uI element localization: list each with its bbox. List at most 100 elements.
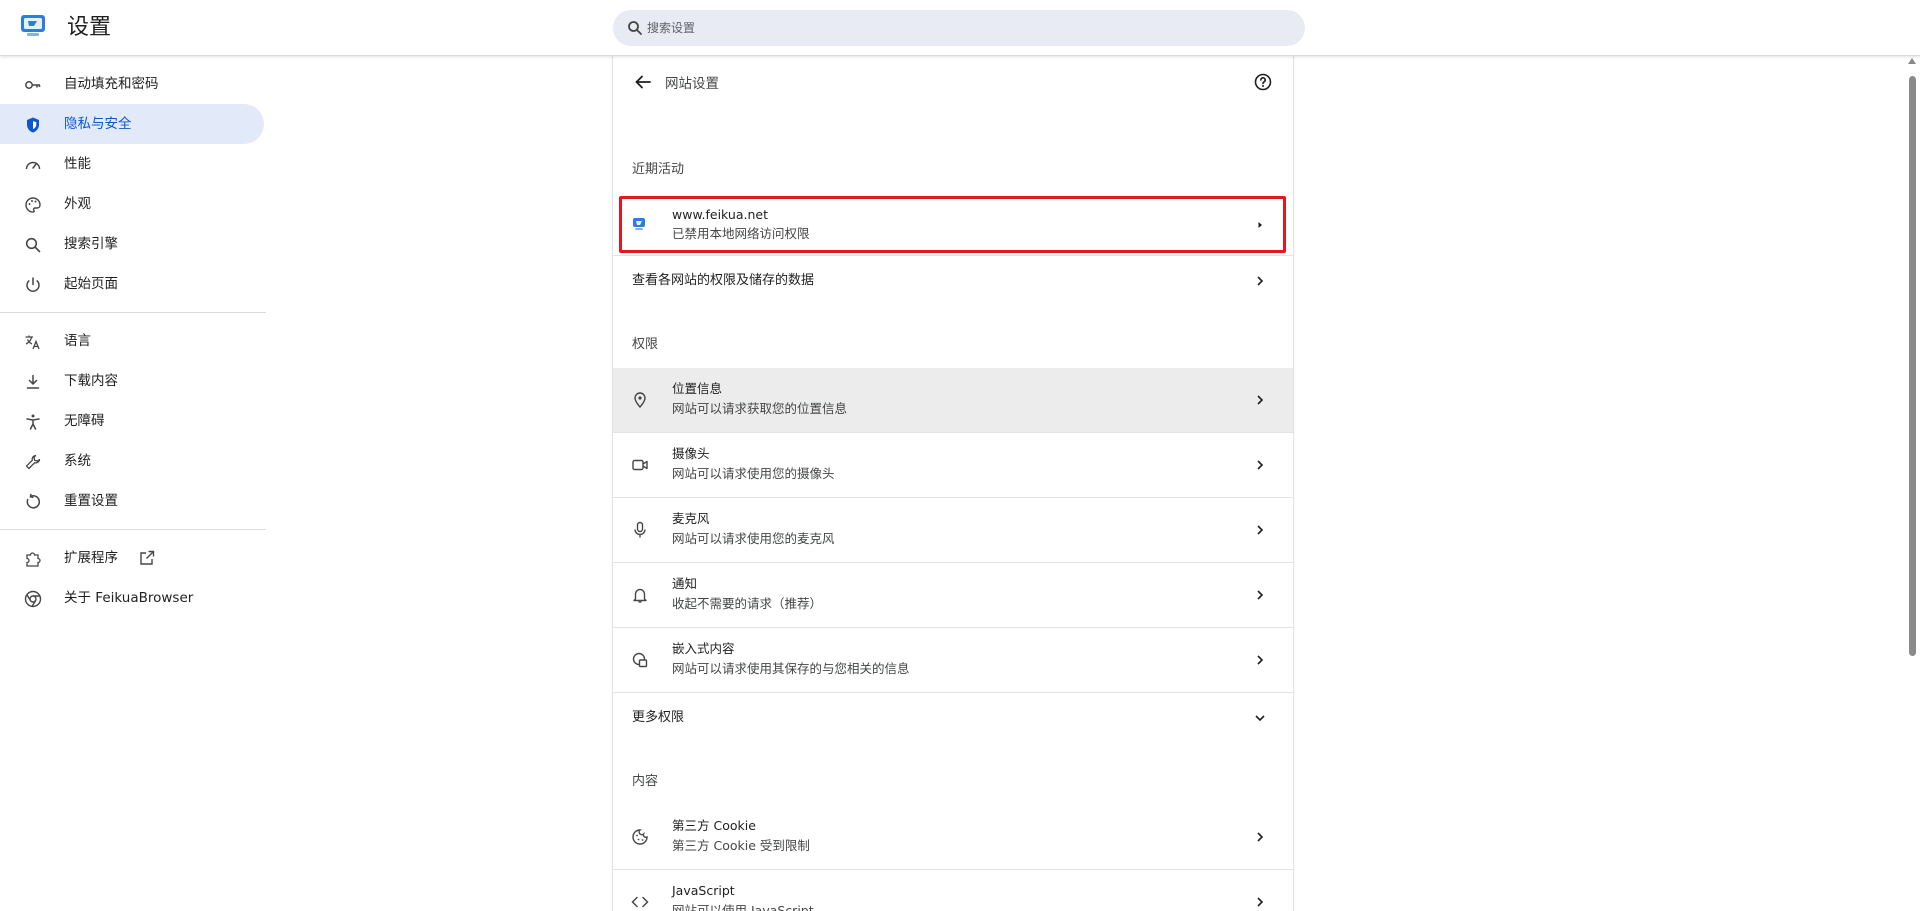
puzzle-icon [26,552,41,567]
permission-row-notifications[interactable]: 通知 收起不需要的请求（推荐） [613,563,1293,627]
permission-row-embedded-content[interactable]: 嵌入式内容 网站可以请求使用其保存的与您相关的信息 [613,628,1293,692]
sidebar-item-label: 无障碍 [64,413,105,429]
reset-icon [26,493,41,509]
sidebar-item-label: 性能 [64,156,91,172]
permission-subtitle: 网站可以请求获取您的位置信息 [672,401,848,416]
page-scrollbar[interactable] [1905,56,1920,911]
content-row-cookies[interactable]: 第三方 Cookie 第三方 Cookie 受到限制 [613,805,1293,869]
embedded-content-icon [632,652,648,668]
scrollbar-thumb[interactable] [1909,76,1916,656]
sidebar-item-label: 下载内容 [64,373,118,389]
section-title-permissions: 权限 [632,337,659,352]
search-input[interactable] [647,10,1247,46]
sidebar-item-label: 扩展程序 [64,550,118,566]
sidebar-item-label: 搜索引擎 [64,236,118,252]
sidebar-divider [0,529,266,530]
page-title: 设置 [67,15,112,40]
download-icon [26,374,40,389]
wrench-icon [25,454,41,470]
highlight-annotation [619,196,1286,253]
sidebar-item-system[interactable]: 系统 [0,441,264,481]
search-bar[interactable] [613,10,1305,46]
more-permissions-row[interactable]: 更多权限 [613,693,1293,743]
chevron-down-icon [1255,715,1265,722]
chevron-right-icon [1257,655,1264,665]
permission-row-camera[interactable]: 摄像头 网站可以请求使用您的摄像头 [613,433,1293,497]
content-setting-subtitle: 网站可以使用 JavaScript [672,903,814,911]
cookie-icon [632,829,648,845]
speedometer-icon [25,161,41,170]
back-arrow-icon[interactable] [631,70,655,94]
sidebar-item-label: 隐私与安全 [64,116,132,132]
permission-row-microphone[interactable]: 麦克风 网站可以请求使用您的麦克风 [613,498,1293,562]
chevron-right-icon [1257,460,1264,470]
browser-logo-icon [21,15,45,36]
sidebar-item-autofill[interactable]: 自动填充和密码 [0,64,264,104]
key-icon [25,81,41,89]
permission-title: 嵌入式内容 [672,641,735,656]
sidebar-item-accessibility[interactable]: 无障碍 [0,401,264,441]
sidebar-item-label: 重置设置 [64,493,118,509]
chevron-right-icon [1257,590,1264,600]
accessibility-icon [26,414,40,430]
permission-title: 通知 [672,576,698,591]
subpage-title: 网站设置 [665,76,719,92]
sidebar-item-label: 自动填充和密码 [64,76,159,92]
power-icon [26,277,40,292]
view-all-sites-label: 查看各网站的权限及储存的数据 [632,273,815,288]
sidebar-item-appearance[interactable]: 外观 [0,184,264,224]
sidebar-item-startup[interactable]: 起始页面 [0,264,264,304]
sidebar-item-performance[interactable]: 性能 [0,144,264,184]
translate-icon [25,335,40,350]
content-row-javascript[interactable]: JavaScript 网站可以使用 JavaScript [613,870,1293,911]
sidebar-divider [0,312,266,313]
more-permissions-label: 更多权限 [632,710,685,725]
palette-icon [25,197,41,213]
chevron-right-icon [1257,276,1264,286]
external-link-icon[interactable] [139,550,155,566]
search-icon [628,21,642,35]
bell-icon [633,588,647,603]
help-icon[interactable] [1253,72,1273,92]
shield-icon [27,117,39,133]
chevron-right-icon [1257,525,1264,535]
sidebar-item-reset[interactable]: 重置设置 [0,481,264,521]
scroll-up-arrow-icon[interactable] [1908,58,1916,64]
content-setting-title: JavaScript [672,883,735,898]
permission-subtitle: 收起不需要的请求（推荐） [672,596,823,611]
code-icon [631,896,649,908]
sidebar-item-label: 系统 [64,453,91,469]
chevron-right-icon [1257,832,1264,842]
permission-title: 麦克风 [672,511,710,526]
sidebar-item-label: 语言 [64,333,91,349]
view-all-sites-row[interactable]: 查看各网站的权限及储存的数据 [613,256,1293,307]
section-title-content: 内容 [632,774,659,789]
browser-logo-icon [24,590,42,608]
permission-title: 位置信息 [672,381,723,396]
sidebar: 自动填充和密码 隐私与安全 性能 外观 搜索引擎 起始页面 语言 下载内容 无障… [0,56,270,911]
sidebar-item-search-engine[interactable]: 搜索引擎 [0,224,264,264]
permission-subtitle: 网站可以请求使用其保存的与您相关的信息 [672,661,910,676]
site-settings-card: 网站设置 近期活动 www.feikua.net 已禁用本地网络访问权限 查看各… [613,56,1293,911]
sidebar-item-label: 起始页面 [64,276,118,292]
chevron-right-icon [1257,897,1264,907]
section-title-recent: 近期活动 [632,162,685,177]
sidebar-item-privacy[interactable]: 隐私与安全 [0,104,264,144]
microphone-icon [634,521,646,538]
content-setting-title: 第三方 Cookie [672,818,756,833]
permission-title: 摄像头 [672,446,710,461]
permission-row-location[interactable]: 位置信息 网站可以请求获取您的位置信息 [613,368,1293,432]
sidebar-item-label: 外观 [64,196,91,212]
sidebar-item-downloads[interactable]: 下载内容 [0,361,264,401]
content-setting-subtitle: 第三方 Cookie 受到限制 [672,838,810,853]
sidebar-item-label: 关于 FeikuaBrowser [64,590,194,606]
camera-icon [632,459,648,471]
permission-subtitle: 网站可以请求使用您的摄像头 [672,466,835,481]
search-icon [25,237,41,253]
chevron-right-icon [1257,395,1264,405]
location-pin-icon [634,392,646,409]
sidebar-item-language[interactable]: 语言 [0,321,264,361]
top-bar: 设置 [0,0,1920,56]
sidebar-item-extensions[interactable]: 扩展程序 [0,538,264,578]
sidebar-item-about[interactable]: 关于 FeikuaBrowser [0,578,264,618]
